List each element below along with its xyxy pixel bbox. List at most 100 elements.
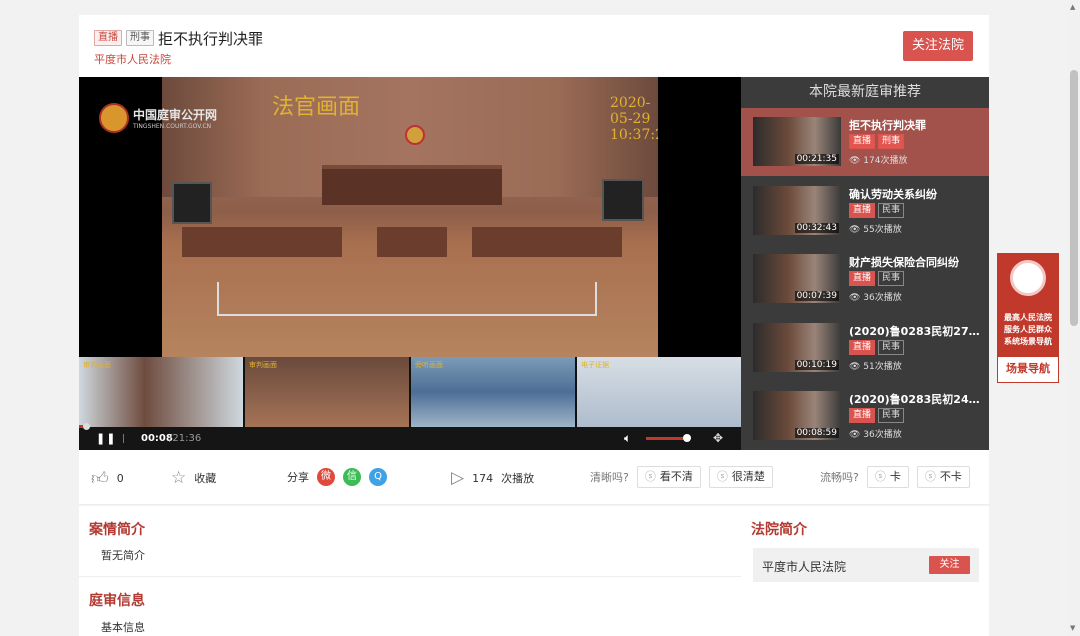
scene-nav-button[interactable]: 场景导航 [998,360,1058,376]
volume-handle[interactable] [682,434,691,442]
case-summary-title: 案情简介 [89,522,145,538]
volume-slider[interactable] [646,437,687,440]
recommendation-plays: 👁︎ 174次播放 [849,156,908,166]
smile-face-icon: ⓢ [716,470,728,483]
court-intro-title: 法院简介 [751,522,807,538]
scene-navigation-widget[interactable]: 最高人民法院服务人民群众系统场景导航 场景导航 [997,253,1059,383]
play-count-value: 174 [472,471,494,485]
court-emblem-icon [99,103,129,133]
scroll-down-icon[interactable]: ▼ [1070,624,1075,632]
recommendation-thumbnail[interactable]: 00:32:43 [753,185,841,235]
no-lag-button[interactable]: ⓢ 不卡 [916,466,970,488]
recommendation-item[interactable]: 00:32:43 确认劳动关系纠纷 直播 民事 👁︎ 55次播放 [741,177,989,245]
unclear-button[interactable]: ⓢ 看不清 [636,466,701,488]
recommendation-thumbnail[interactable]: 00:07:39 [753,254,841,303]
favorite-button[interactable]: ☆ 收藏 [171,468,216,488]
recommendation-item[interactable]: 00:07:39 财产损失保险合同纠纷 直播 民事 👁︎ 36次播放 [741,245,989,313]
recommendation-duration: 00:32:43 [794,222,839,233]
favorite-label: 收藏 [194,472,217,485]
qq-icon[interactable]: Q [369,468,387,486]
recommendation-duration: 00:08:59 [794,428,839,438]
play-count-label: 次播放 [501,472,535,485]
court-link[interactable]: 平度市人民法院 [94,51,171,67]
recommendation-item[interactable]: 00:21:35 拒不执行判决罪 直播 刑事 👁︎ 174次播放 [741,108,989,176]
play-icon: ▷ [451,468,465,488]
court-intro-panel: 法院简介 平度市人民法院 关注 [741,506,989,636]
clear-button[interactable]: ⓢ 很清楚 [708,466,773,488]
camera-thumb[interactable]: 审判画面 [79,357,243,427]
recommendation-plays: 👁︎ 36次播放 [849,430,902,440]
wechat-icon[interactable]: 信 [343,468,361,486]
case-title: 拒不执行判决罪 [158,30,264,48]
category-tag: 民事 [878,271,905,286]
judge-bench [322,165,502,205]
court-card: 平度市人民法院 关注 [753,548,979,582]
smoothness-feedback: 流畅吗? ⓢ 卡 ⓢ 不卡 [820,466,970,488]
share-label: 分享 [287,471,309,484]
camera-thumbnails: 审判画面 审判画面 旁听画面 电子证据 [79,357,741,427]
scroll-up-icon[interactable]: ▲ [1070,3,1075,11]
star-icon: ☆ [171,468,187,488]
like-count: 0 [116,472,124,485]
category-tag: 刑事 [126,30,154,46]
page-scrollbar[interactable]: ▲ ▼ [1068,0,1080,636]
logo-text: 中国庭审公开网 [133,108,218,122]
court-follow-button[interactable]: 关注 [929,556,970,574]
eye-icon: 👁︎ [849,224,864,235]
camera-thumb[interactable]: 电子证据 [577,357,741,427]
recommendation-title[interactable]: 拒不执行判决罪 [849,117,981,133]
volume-icon[interactable]: 🔈︎ [624,431,631,446]
pause-icon[interactable]: ❚❚ [96,432,116,445]
live-tag: 直播 [849,271,876,286]
recommendation-title[interactable]: (2020)鲁0283民初2765... [849,323,981,339]
scrollbar-thumb[interactable] [1070,70,1078,326]
live-tag: 直播 [94,30,122,46]
recommendation-plays: 👁︎ 55次播放 [849,224,902,235]
clarity-feedback: 清晰吗? ⓢ 看不清 ⓢ 很清楚 [590,466,773,488]
recommendations-title: 本院最新庭审推荐 [809,84,921,100]
sad-face-icon: ⓢ [874,470,886,483]
recommendation-duration: 00:07:39 [794,291,839,301]
lag-button[interactable]: ⓢ 卡 [866,466,909,488]
eye-icon: 👁︎ [849,156,864,166]
follow-court-button[interactable]: 关注法院 [903,31,973,61]
scene-nav-description: 最高人民法院服务人民群众系统场景导航 [1004,313,1052,346]
recommendation-duration: 00:10:19 [794,359,839,370]
thumbs-up-icon: 👍︎ [91,469,109,489]
case-info-panel: 案情简介 暂无简介 庭审信息 基本信息 [79,506,741,636]
live-tag: 直播 [849,339,876,355]
trial-info-subtitle: 基本信息 [101,621,145,634]
total-time: /21:36 [169,433,202,444]
eye-icon: 👁︎ [849,361,864,372]
recommendation-plays: 👁︎ 36次播放 [849,293,902,303]
recommendation-title[interactable]: 确认劳动关系纠纷 [849,186,981,202]
camera-thumb[interactable]: 旁听画面 [411,357,575,427]
recommendation-item[interactable]: 00:08:59 (2020)鲁0283民初2434...直播民事 👁︎ 36次播放 [741,382,989,450]
fullscreen-icon[interactable]: ✥ [713,431,723,445]
live-tag: 直播 [849,202,876,218]
court-name[interactable]: 平度市人民法院 [762,558,846,575]
case-summary-text: 暂无简介 [101,549,145,562]
recommendation-item[interactable]: 00:10:19 (2020)鲁0283民初2765...直播民事 👁︎ 51次播放 [741,314,989,382]
recommendation-title[interactable]: 财产损失保险合同纠纷 [849,254,981,270]
action-bar: 👍︎ 0 ☆ 收藏 分享 微 信 Q ▷ 174 次播放 清晰吗? ⓢ 看不清 ⓢ… [79,450,989,505]
recommendation-thumbnail[interactable]: 00:21:35 [753,117,841,166]
like-button[interactable]: 👍︎ 0 [91,468,124,489]
recommendation-thumbnail[interactable]: 00:10:19 [753,322,841,372]
video-player[interactable]: 法官画面 2020-05-29 10:37:23 中国庭审公开网 TINGSHE… [79,77,741,450]
play-count: ▷ 174 次播放 [451,468,534,488]
recommendation-plays: 👁︎ 51次播放 [849,361,902,372]
tingshen-logo: 中国庭审公开网 TINGSHEN.COURT.GOV.CN [99,103,217,133]
judge-view-frame: 法官画面 2020-05-29 10:37:23 [162,77,658,357]
recommendation-title[interactable]: (2020)鲁0283民初2434... [849,391,981,407]
national-emblem-icon [405,125,425,145]
eye-icon: 👁︎ [849,430,864,440]
trial-info-title: 庭审信息 [89,593,145,609]
weibo-icon[interactable]: 微 [317,468,335,486]
category-tag: 民事 [878,339,905,355]
camera-thumb[interactable]: 审判画面 [245,357,409,427]
progress-handle[interactable] [82,423,90,430]
recommendation-thumbnail[interactable]: 00:08:59 [753,391,841,440]
smile-face-icon: ⓢ [924,470,936,483]
category-tag: 民事 [878,202,905,218]
